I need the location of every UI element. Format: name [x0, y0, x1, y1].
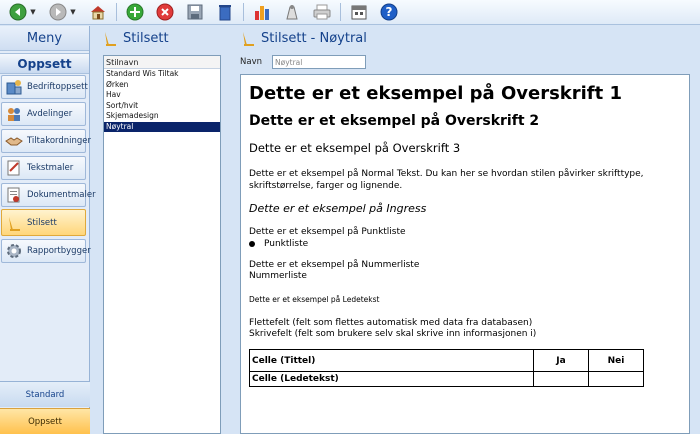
list-item-selected[interactable]: Nøytral [104, 121, 220, 132]
list-item[interactable]: Hav [104, 90, 220, 101]
forward-icon[interactable] [47, 2, 69, 22]
nav-item-label: Bedriftoppsett [27, 82, 88, 92]
table-cell-no: Nei [588, 349, 644, 372]
preview-heading-1: Dette er et eksempel på Overskrift 1 [249, 83, 623, 104]
gear-icon [5, 242, 23, 260]
toolbar-separator [243, 3, 244, 21]
toolbar: ▼ ▼ ? [0, 0, 700, 25]
preview-bullet-item: Punktliste [249, 239, 308, 249]
nav-item-label: Rapportbygger [27, 246, 91, 256]
nav-item-label: Stilsett [27, 217, 57, 228]
bottom-tab-oppsett[interactable]: Oppsett [0, 408, 90, 434]
toolbar-separator [116, 3, 117, 21]
preview-merge-field: Flettefelt (felt som flettes automatisk … [249, 318, 533, 328]
style-detail-header: Stilsett - Nøytral [233, 26, 700, 51]
forward-dropdown-icon[interactable]: ▼ [69, 2, 77, 22]
home-icon[interactable] [87, 2, 109, 22]
style-icon [5, 214, 23, 232]
name-input[interactable] [272, 55, 366, 69]
table-cell-title: Celle (Tittel) [249, 349, 534, 372]
toolbar-separator [340, 3, 341, 21]
style-icon [103, 31, 117, 47]
bottom-tab-standard[interactable]: Standard [0, 381, 90, 407]
table-cell-empty [588, 371, 644, 387]
preview-heading-2: Dette er et eksempel på Overskrift 2 [249, 113, 540, 129]
table-cell-yes: Ja [533, 349, 589, 372]
back-dropdown-icon[interactable]: ▼ [29, 2, 37, 22]
save-icon[interactable] [184, 2, 206, 22]
nav-item-dokumentmaler[interactable]: Dokumentmaler [1, 183, 96, 207]
nav-item-label: Avdelinger [27, 109, 73, 119]
text-template-icon [5, 159, 23, 177]
style-list-header: Stilsett [95, 26, 227, 51]
help-icon[interactable]: ? [378, 2, 400, 22]
preview-number-intro: Dette er et eksempel på Nummerliste [249, 260, 420, 270]
preview-table: Celle (Tittel) Ja Nei Celle (Ledetekst) [249, 349, 644, 387]
nav-item-avdelinger[interactable]: Avdelinger [1, 102, 86, 126]
table-cell-empty [533, 371, 589, 387]
bullet-item-text: Punktliste [264, 239, 309, 249]
list-item[interactable]: Standard Wis Tiltak [104, 69, 220, 80]
nav-item-rapportbygger[interactable]: Rapportbygger [1, 239, 91, 263]
column-header-stilnavn[interactable]: Stilnavn [104, 56, 220, 69]
nav-item-label: Tiltakordninger [27, 136, 92, 146]
table-row: Celle (Ledetekst) [249, 371, 644, 387]
table-row: Celle (Tittel) Ja Nei [249, 349, 644, 372]
table-cell-lede: Celle (Ledetekst) [249, 371, 534, 387]
bullet-icon [249, 241, 255, 247]
preview-bullet-intro: Dette er et eksempel på Punktliste [249, 227, 406, 237]
style-list[interactable]: Stilnavn Standard Wis Tiltak Ørken Hav S… [103, 55, 221, 434]
preview-write-field: Skrivefelt (felt som brukere selv skal s… [249, 329, 537, 339]
menu-group-header[interactable]: Oppsett [0, 53, 89, 74]
style-list-title: Stilsett [123, 31, 169, 46]
nav-item-tekstmaler[interactable]: Tekstmaler [1, 156, 86, 180]
preview-normal-text: Dette er et eksempel på Normal Tekst. Du… [249, 169, 644, 191]
nav-item-label: Tekstmaler [27, 163, 74, 173]
style-icon [241, 31, 255, 47]
style-detail-title: Stilsett - Nøytral [261, 31, 367, 46]
style-detail-pane: Stilsett - Nøytral Navn Dette er et ekse… [233, 26, 700, 434]
add-icon[interactable] [124, 2, 146, 22]
preview-number-item: Nummerliste [249, 271, 307, 281]
preview-heading-3: Dette er et eksempel på Overskrift 3 [249, 141, 461, 155]
trash-icon[interactable] [214, 2, 236, 22]
handshake-icon [5, 132, 23, 150]
menu-title: Meny [0, 26, 89, 51]
nav-item-tiltakordninger[interactable]: Tiltakordninger [1, 129, 91, 153]
left-menu: Meny Oppsett Bedriftoppsett Avdelinger T… [0, 26, 96, 434]
list-item[interactable]: Ørken [104, 80, 220, 91]
company-icon [5, 78, 23, 96]
nav-item-bedriftoppsett[interactable]: Bedriftoppsett [1, 75, 88, 99]
name-row: Navn [240, 54, 366, 70]
clean-icon[interactable] [281, 2, 303, 22]
style-list-pane: Stilsett Stilnavn Standard Wis Tiltak Ør… [95, 26, 227, 434]
list-item[interactable]: Sort/hvit [104, 101, 220, 112]
document-template-icon [5, 186, 23, 204]
departments-icon [5, 105, 23, 123]
preview-lede-text: Dette er et eksempel på Ledetekst [249, 295, 380, 304]
nav-item-stilsett[interactable]: Stilsett [1, 209, 86, 236]
calendar-icon[interactable] [348, 2, 370, 22]
print-icon[interactable] [311, 2, 333, 22]
style-preview: Dette er et eksempel på Overskrift 1 Det… [240, 74, 690, 434]
delete-icon[interactable] [154, 2, 176, 22]
nav-item-label: Dokumentmaler [27, 190, 96, 200]
list-item[interactable]: Skjemadesign [104, 111, 220, 122]
svg-text:?: ? [386, 5, 393, 19]
preview-ingress: Dette er et eksempel på Ingress [249, 202, 427, 215]
chart-icon[interactable] [251, 2, 273, 22]
back-icon[interactable] [7, 2, 29, 22]
name-label: Navn [240, 57, 262, 67]
